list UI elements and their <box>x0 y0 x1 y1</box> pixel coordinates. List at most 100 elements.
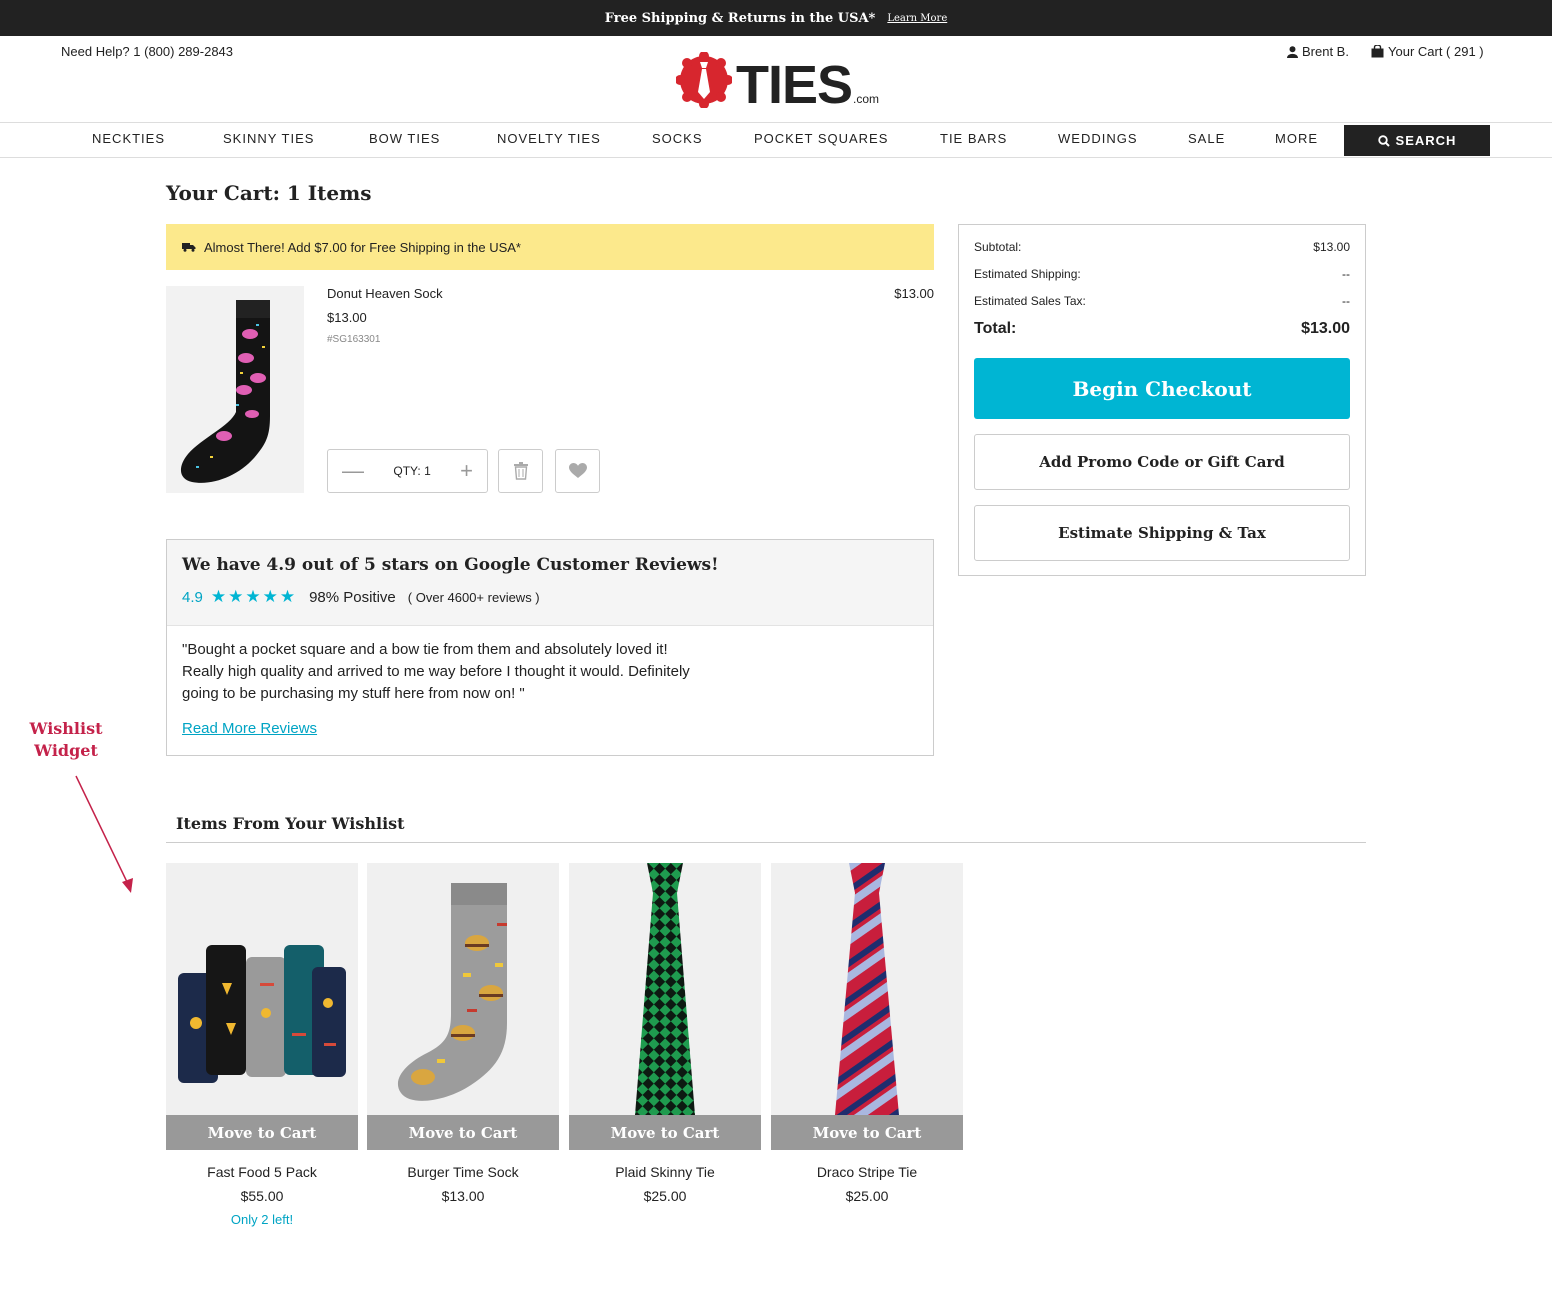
wishlist-divider <box>166 842 1366 843</box>
nav-bow-ties[interactable]: BOW TIES <box>369 131 440 146</box>
move-to-cart-button[interactable]: Move to Cart <box>569 1115 761 1150</box>
wishlist-card: Move to Cart Fast Food 5 Pack $55.00 Onl… <box>166 863 358 1227</box>
cart-item-name[interactable]: Donut Heaven Sock <box>327 286 443 301</box>
user-icon <box>1287 45 1298 58</box>
review-quote-line: Really high quality and arrived to me wa… <box>182 663 690 680</box>
reviews-header: We have 4.9 out of 5 stars on Google Cus… <box>167 540 933 626</box>
move-to-cart-button[interactable]: Move to Cart <box>771 1115 963 1150</box>
fast-food-socks-image <box>178 945 346 1083</box>
positive-percent: 98% Positive <box>309 588 396 606</box>
review-quote: "Bought a pocket square and a bow tie fr… <box>182 639 752 705</box>
review-quote-line: "Bought a pocket square and a bow tie fr… <box>182 641 668 658</box>
site-header: Need Help? 1 (800) 289-2843 TIES .com Br… <box>0 36 1552 122</box>
review-quote-line: going to be purchasing my stuff here fro… <box>182 685 525 702</box>
wishlist-widget-annotation: Wishlist Widget <box>22 718 110 762</box>
search-button[interactable]: SEARCH <box>1344 125 1490 156</box>
nav-pocket-squares[interactable]: POCKET SQUARES <box>754 131 888 146</box>
annotation-line: Widget <box>34 741 98 760</box>
quantity-stepper: — QTY: 1 + <box>327 449 488 493</box>
stripe-tie-image <box>835 863 899 1115</box>
wishlist-item-name[interactable]: Plaid Skinny Tie <box>569 1164 761 1180</box>
remove-item-button[interactable] <box>498 449 543 493</box>
wishlist-card: Move to Cart Draco Stripe Tie $25.00 <box>771 863 963 1204</box>
nav-tie-bars[interactable]: TIE BARS <box>940 131 1007 146</box>
save-to-wishlist-button[interactable] <box>555 449 600 493</box>
order-summary: Subtotal: $13.00 Estimated Shipping: -- … <box>958 224 1366 576</box>
search-icon <box>1377 134 1390 147</box>
heart-icon <box>568 463 587 478</box>
wishlist-item-price: $25.00 <box>643 1188 687 1204</box>
reviews-title: We have 4.9 out of 5 stars on Google Cus… <box>182 555 719 575</box>
wishlist-item-image[interactable] <box>569 863 761 1115</box>
main-nav: NECKTIES SKINNY TIES BOW TIES NOVELTY TI… <box>0 122 1552 158</box>
tax-label: Estimated Sales Tax: <box>974 294 1086 308</box>
cart-title: Your Cart: 1 Items <box>166 181 372 205</box>
total-row: Total: $13.00 <box>974 320 1350 338</box>
burger-sock-image <box>397 883 507 1101</box>
shopping-bag-icon <box>1371 45 1384 58</box>
cart-item-image[interactable] <box>166 286 304 493</box>
tax-value: -- <box>1342 294 1350 308</box>
learn-more-link[interactable]: Learn More <box>887 13 947 24</box>
wishlist-item-price: $55.00 <box>240 1188 284 1204</box>
site-logo[interactable]: TIES .com <box>676 52 880 115</box>
shipping-value: -- <box>1342 267 1350 281</box>
wishlist-item-image[interactable] <box>771 863 963 1115</box>
wishlist-item-name[interactable]: Fast Food 5 Pack <box>166 1164 358 1180</box>
help-phone[interactable]: Need Help? 1 (800) 289-2843 <box>61 44 233 59</box>
google-reviews-panel: We have 4.9 out of 5 stars on Google Cus… <box>166 539 934 756</box>
header-cart-label: Your Cart ( 291 ) <box>1388 44 1484 59</box>
rating-score: 4.9 <box>182 588 203 606</box>
increase-quantity-button[interactable]: + <box>460 460 473 482</box>
wishlist-item-image[interactable] <box>166 863 358 1115</box>
decrease-quantity-button[interactable]: — <box>342 460 364 482</box>
account-link[interactable]: Brent B. <box>1287 44 1349 59</box>
wishlist-card: Move to Cart Plaid Skinny Tie $25.00 <box>569 863 761 1204</box>
subtotal-label: Subtotal: <box>974 240 1022 254</box>
trash-icon <box>513 462 528 480</box>
stock-notice: Only 2 left! <box>230 1212 294 1227</box>
total-value: $13.00 <box>1301 320 1350 337</box>
tax-row: Estimated Sales Tax: -- <box>974 294 1350 308</box>
nav-skinny-ties[interactable]: SKINNY TIES <box>223 131 314 146</box>
promo-bar: Free Shipping & Returns in the USA* Lear… <box>0 0 1552 36</box>
nav-sale[interactable]: SALE <box>1188 131 1225 146</box>
quantity-label: QTY: 1 <box>393 464 431 478</box>
truck-icon <box>182 243 196 252</box>
header-cart-link[interactable]: Your Cart ( 291 ) <box>1371 44 1484 59</box>
nav-weddings[interactable]: WEDDINGS <box>1058 131 1138 146</box>
wishlist-item-name[interactable]: Burger Time Sock <box>367 1164 559 1180</box>
subtotal-row: Subtotal: $13.00 <box>974 240 1350 254</box>
wishlist-title: Items From Your Wishlist <box>176 814 405 833</box>
free-shipping-banner: Almost There! Add $7.00 for Free Shippin… <box>166 224 934 270</box>
wishlist-item-price: $13.00 <box>441 1188 485 1204</box>
read-more-reviews-link[interactable]: Read More Reviews <box>182 720 317 737</box>
shipping-row: Estimated Shipping: -- <box>974 267 1350 281</box>
tie-badge-icon <box>676 52 732 108</box>
logo-word: TIES <box>736 55 853 115</box>
nav-neckties[interactable]: NECKTIES <box>92 131 165 146</box>
nav-novelty-ties[interactable]: NOVELTY TIES <box>497 131 601 146</box>
move-to-cart-button[interactable]: Move to Cart <box>166 1115 358 1150</box>
annotation-line: Wishlist <box>29 719 103 738</box>
logo-suffix: .com <box>853 92 880 106</box>
review-count: ( Over 4600+ reviews ) <box>407 589 540 605</box>
account-name: Brent B. <box>1302 44 1349 59</box>
annotation-arrow <box>75 775 133 893</box>
total-label: Total: <box>974 320 1017 337</box>
promo-code-button[interactable]: Add Promo Code or Gift Card <box>974 434 1350 490</box>
shipping-label: Estimated Shipping: <box>974 267 1081 281</box>
nav-more[interactable]: MORE <box>1275 131 1318 146</box>
shipping-banner-text: Almost There! Add $7.00 for Free Shippin… <box>204 239 521 255</box>
subtotal-value: $13.00 <box>1313 240 1350 254</box>
move-to-cart-button[interactable]: Move to Cart <box>367 1115 559 1150</box>
begin-checkout-button[interactable]: Begin Checkout <box>974 358 1350 419</box>
estimate-shipping-button[interactable]: Estimate Shipping & Tax <box>974 505 1350 561</box>
rating-summary: 4.9 ★★★★★ 98% Positive ( Over 4600+ revi… <box>182 587 918 607</box>
plaid-tie-image <box>635 863 695 1115</box>
cart-item-sku: #SG163301 <box>327 334 381 345</box>
wishlist-item-name[interactable]: Draco Stripe Tie <box>771 1164 963 1180</box>
nav-socks[interactable]: SOCKS <box>652 131 703 146</box>
wishlist-item-image[interactable] <box>367 863 559 1115</box>
wishlist-card: Move to Cart Burger Time Sock $13.00 <box>367 863 559 1204</box>
